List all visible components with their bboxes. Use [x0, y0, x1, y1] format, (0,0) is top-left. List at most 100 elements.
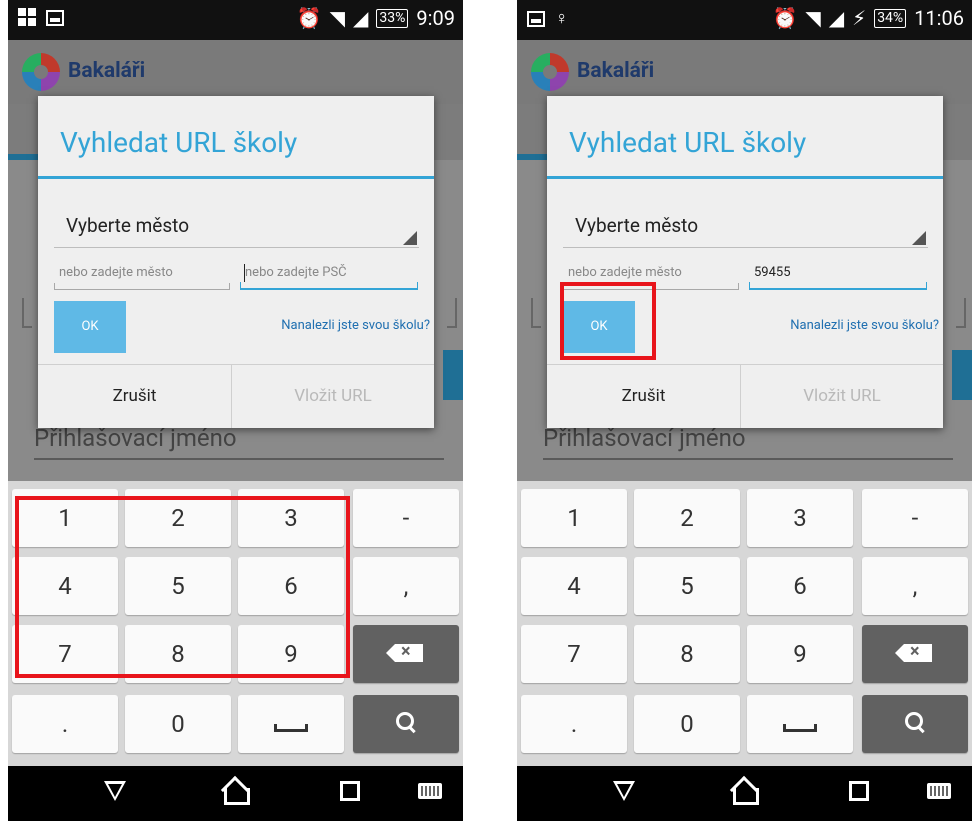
city-input-placeholder: nebo zadejte město — [59, 265, 173, 280]
key-0[interactable]: 0 — [125, 695, 231, 753]
postal-code-value: 59455 — [754, 265, 791, 280]
backspace-key[interactable] — [353, 625, 459, 683]
dialog-title: Vyhledat URL školy — [60, 126, 298, 159]
login-name-underline — [34, 458, 444, 460]
recent-apps-icon[interactable] — [849, 781, 869, 801]
notification-icon — [18, 8, 36, 28]
space-icon — [783, 724, 817, 732]
bakalari-logo-icon — [531, 53, 569, 91]
background-button — [952, 350, 972, 400]
find-school-url-dialog: Vyhledat URL školy Vyberte město nebo za… — [38, 96, 434, 428]
status-time: 11:06 — [914, 6, 964, 30]
ok-button[interactable]: OK — [54, 301, 126, 353]
login-name-underline — [543, 458, 953, 460]
key-2[interactable]: 2 — [634, 489, 740, 547]
city-input[interactable]: nebo zadejte město — [54, 256, 230, 290]
dialog-title-divider — [38, 176, 434, 179]
backspace-icon — [895, 641, 932, 662]
key-0[interactable]: 0 — [634, 695, 740, 753]
found-school-link[interactable]: Nanalezli jste svou školu? — [790, 318, 939, 333]
search-key[interactable] — [353, 695, 459, 753]
key-comma[interactable]: , — [862, 557, 968, 615]
battery-icon: 33% — [376, 8, 409, 28]
key-9[interactable]: 9 — [747, 625, 853, 683]
app-title: Bakaláři — [68, 59, 146, 83]
background-field-edge — [447, 298, 457, 328]
dialog-title: Vyhledat URL školy — [569, 126, 807, 159]
charging-icon: ⚡ — [852, 6, 867, 30]
background-field-edge — [956, 298, 966, 328]
postal-code-placeholder: nebo zadejte PSČ — [245, 265, 347, 280]
status-bar: ♀ ⏰ ◥ ◢ ⚡ 34% 11:06 — [517, 0, 972, 40]
key-comma[interactable]: , — [353, 557, 459, 615]
backspace-icon — [386, 641, 423, 662]
space-icon — [274, 724, 308, 732]
battery-icon: 34% — [874, 8, 907, 28]
screenshot-icon — [46, 10, 64, 26]
city-dropdown[interactable]: Vyberte město — [563, 204, 928, 248]
highlight-ok-button — [560, 282, 656, 360]
space-key[interactable] — [238, 695, 344, 753]
key-1[interactable]: 1 — [521, 489, 627, 547]
login-name-field[interactable]: Přihlašovací jméno — [34, 424, 237, 452]
dropdown-arrow-icon — [912, 231, 926, 245]
city-input-placeholder: nebo zadejte město — [568, 265, 682, 280]
key-period[interactable]: . — [12, 695, 118, 753]
highlight-number-keys — [15, 496, 350, 678]
city-dropdown[interactable]: Vyberte město — [54, 204, 419, 248]
key-dash[interactable]: - — [862, 489, 968, 547]
key-6[interactable]: 6 — [747, 557, 853, 615]
navigation-bar — [8, 766, 463, 821]
insert-url-button[interactable]: Vložit URL — [741, 365, 943, 428]
city-dropdown-label: Vyberte město — [66, 214, 190, 237]
key-8[interactable]: 8 — [634, 625, 740, 683]
home-icon[interactable] — [221, 778, 250, 805]
wifi-icon: ◥ — [805, 6, 821, 30]
status-time: 9:09 — [416, 6, 455, 30]
alarm-icon: ⏰ — [296, 6, 322, 30]
postal-code-input[interactable]: nebo zadejte PSČ — [240, 256, 418, 290]
bakalari-logo-icon — [22, 53, 60, 91]
numeric-keyboard: 1 2 3 - 4 5 6 , 7 8 9 . 0 — [517, 481, 972, 766]
key-5[interactable]: 5 — [634, 557, 740, 615]
background-field-edge — [531, 298, 541, 328]
find-school-url-dialog: Vyhledat URL školy Vyberte město nebo za… — [547, 96, 943, 428]
key-dash[interactable]: - — [353, 489, 459, 547]
search-key[interactable] — [862, 695, 968, 753]
login-name-field[interactable]: Přihlašovací jméno — [543, 424, 746, 452]
space-key[interactable] — [747, 695, 853, 753]
search-icon — [396, 712, 416, 732]
wifi-icon: ◥ — [329, 6, 346, 30]
keyboard-icon[interactable] — [927, 783, 951, 799]
alarm-icon: ⏰ — [772, 6, 798, 30]
app-title: Bakaláři — [577, 59, 655, 83]
back-icon[interactable] — [613, 781, 635, 801]
cancel-button[interactable]: Zrušit — [547, 365, 740, 428]
app-bar: Bakaláři — [8, 40, 463, 104]
recent-apps-icon[interactable] — [340, 781, 360, 801]
key-7[interactable]: 7 — [521, 625, 627, 683]
background-button — [443, 350, 463, 400]
cancel-button[interactable]: Zrušit — [38, 365, 231, 428]
found-school-link[interactable]: Nanalezli jste svou školu? — [281, 318, 430, 333]
status-bar: ⏰ ◥ ◢ 33% 9:09 — [8, 0, 463, 40]
key-3[interactable]: 3 — [747, 489, 853, 547]
insert-url-button[interactable]: Vložit URL — [232, 365, 434, 428]
dialog-title-divider — [547, 176, 943, 179]
phone-screenshot-right: ♀ ⏰ ◥ ◢ ⚡ 34% 11:06 Bakaláři Přihlašovac… — [517, 0, 972, 821]
dropdown-arrow-icon — [403, 231, 417, 245]
postal-code-input[interactable]: 59455 — [749, 256, 927, 290]
phone-screenshot-left: ⏰ ◥ ◢ 33% 9:09 Bakaláři Přihlašovací jmé… — [8, 0, 463, 821]
city-dropdown-label: Vyberte město — [575, 214, 699, 237]
app-bar: Bakaláři — [517, 40, 972, 104]
keyboard-icon[interactable] — [418, 783, 442, 799]
back-icon[interactable] — [104, 781, 126, 801]
key-period[interactable]: . — [521, 695, 627, 753]
signal-icon: ◢ — [353, 6, 369, 30]
home-icon[interactable] — [730, 778, 759, 805]
key-4[interactable]: 4 — [521, 557, 627, 615]
screenshot-icon — [527, 10, 545, 27]
signal-icon: ◢ — [828, 6, 845, 30]
backspace-key[interactable] — [862, 625, 968, 683]
background-field-edge — [22, 298, 32, 328]
